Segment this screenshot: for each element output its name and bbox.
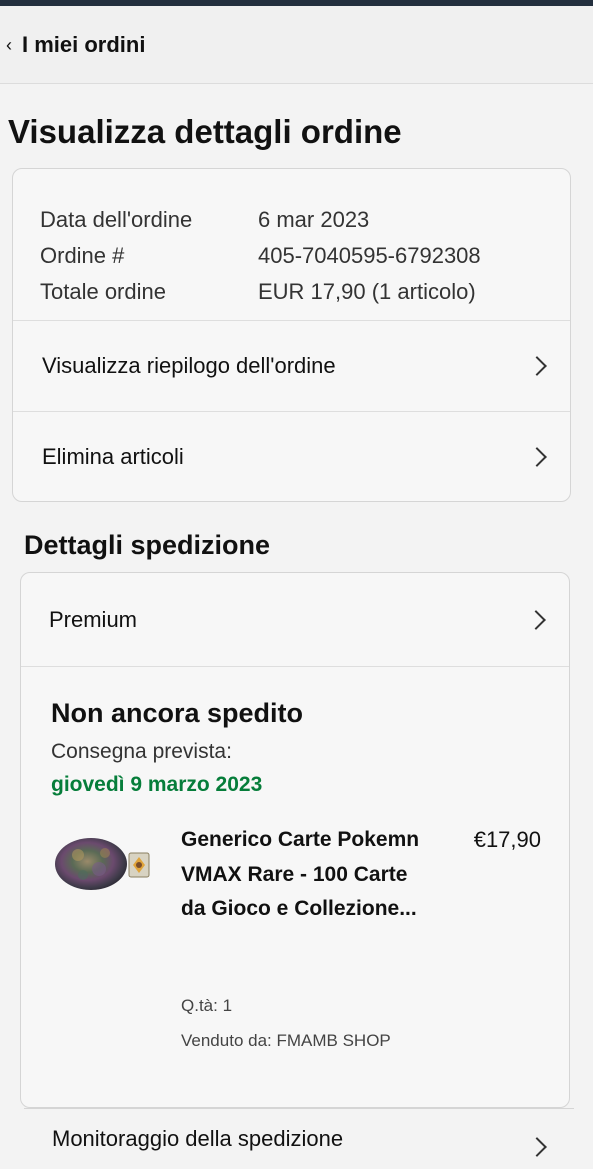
chevron-right-icon (526, 609, 546, 630)
order-total-value: EUR 17,90 (1 articolo) (258, 279, 476, 304)
order-info: Data dell'ordine 6 mar 2023 Ordine # 405… (13, 169, 570, 321)
chevron-right-icon (527, 356, 547, 376)
track-shipment-link[interactable]: Monitoraggio della spedizione (24, 1108, 574, 1169)
view-order-summary-label: Visualizza riepilogo dell'ordine (42, 353, 336, 378)
chevron-right-icon (527, 446, 547, 467)
order-summary-card: Data dell'ordine 6 mar 2023 Ordine # 405… (12, 168, 571, 502)
shipment-card: Premium Non ancora spedito Consegna prev… (20, 572, 570, 1108)
expected-delivery-label: Consegna prevista: (51, 740, 232, 763)
shipping-service-link[interactable]: Premium (21, 573, 569, 667)
order-date-row: Data dell'ordine 6 mar 2023 (40, 202, 570, 238)
chevron-right-icon (527, 1137, 547, 1157)
page-title: Visualizza dettagli ordine (8, 113, 402, 150)
order-date-label: Data dell'ordine (40, 207, 193, 232)
back-link-label: I miei ordini (22, 31, 146, 57)
expected-delivery-date: giovedì 9 marzo 2023 (51, 773, 263, 796)
order-number-value: 405-7040595-6792308 (258, 243, 481, 268)
product-price: €17,90 (473, 827, 541, 852)
order-number-row: Ordine # 405-7040595-6792308 (40, 238, 570, 274)
track-shipment-label: Monitoraggio della spedizione (52, 1126, 344, 1151)
product-quantity: Q.tà: 1 (181, 996, 233, 1015)
shipping-service-label: Premium (49, 606, 138, 632)
order-date-value: 6 mar 2023 (258, 207, 370, 232)
shipping-details-heading: Dettagli spedizione (24, 530, 271, 560)
order-total-label: Totale ordine (40, 279, 166, 304)
chevron-left-icon: ‹ (6, 34, 12, 55)
view-order-summary-link[interactable]: Visualizza riepilogo dell'ordine (13, 321, 570, 411)
remove-items-label: Elimina articoli (42, 443, 184, 469)
back-navigation[interactable]: ‹ I miei ordini (0, 6, 593, 84)
order-number-label: Ordine # (40, 243, 125, 268)
shipment-status: Non ancora spedito (51, 698, 304, 728)
product-title-link[interactable]: Generico Carte Pokemn VMAX Rare - 100 Ca… (181, 823, 431, 927)
product-thumbnail[interactable] (53, 835, 163, 891)
product-seller: Venduto da: FMAMB SHOP (181, 1031, 391, 1050)
remove-items-link[interactable]: Elimina articoli (13, 411, 570, 501)
order-total-row: Totale ordine EUR 17,90 (1 articolo) (40, 274, 570, 310)
